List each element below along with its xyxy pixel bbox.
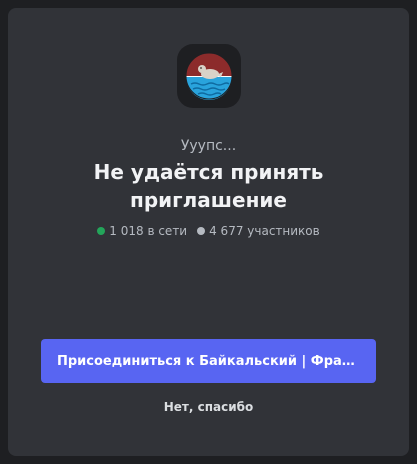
members-stat: 4 677 участников — [197, 224, 320, 238]
seal-on-water-icon — [185, 52, 233, 100]
members-dot-icon — [197, 227, 206, 235]
online-count: 1 018 в сети — [109, 224, 188, 238]
decline-link[interactable]: Нет, спасибо — [8, 400, 409, 414]
join-server-button[interactable]: Присоединиться к Байкальский | Фракц... — [41, 339, 376, 383]
page-title: Не удаётся принять приглашение — [93, 160, 324, 212]
subtitle: Ууупс... — [180, 138, 237, 154]
online-status-dot-icon — [97, 227, 106, 235]
members-count: 4 677 участников — [209, 224, 320, 238]
server-stats: 1 018 в сети 4 677 участников — [8, 224, 409, 238]
invite-card: Ууупс... Не удаётся принять приглашение … — [8, 8, 409, 456]
online-stat: 1 018 в сети — [97, 224, 187, 238]
server-icon — [177, 44, 241, 108]
